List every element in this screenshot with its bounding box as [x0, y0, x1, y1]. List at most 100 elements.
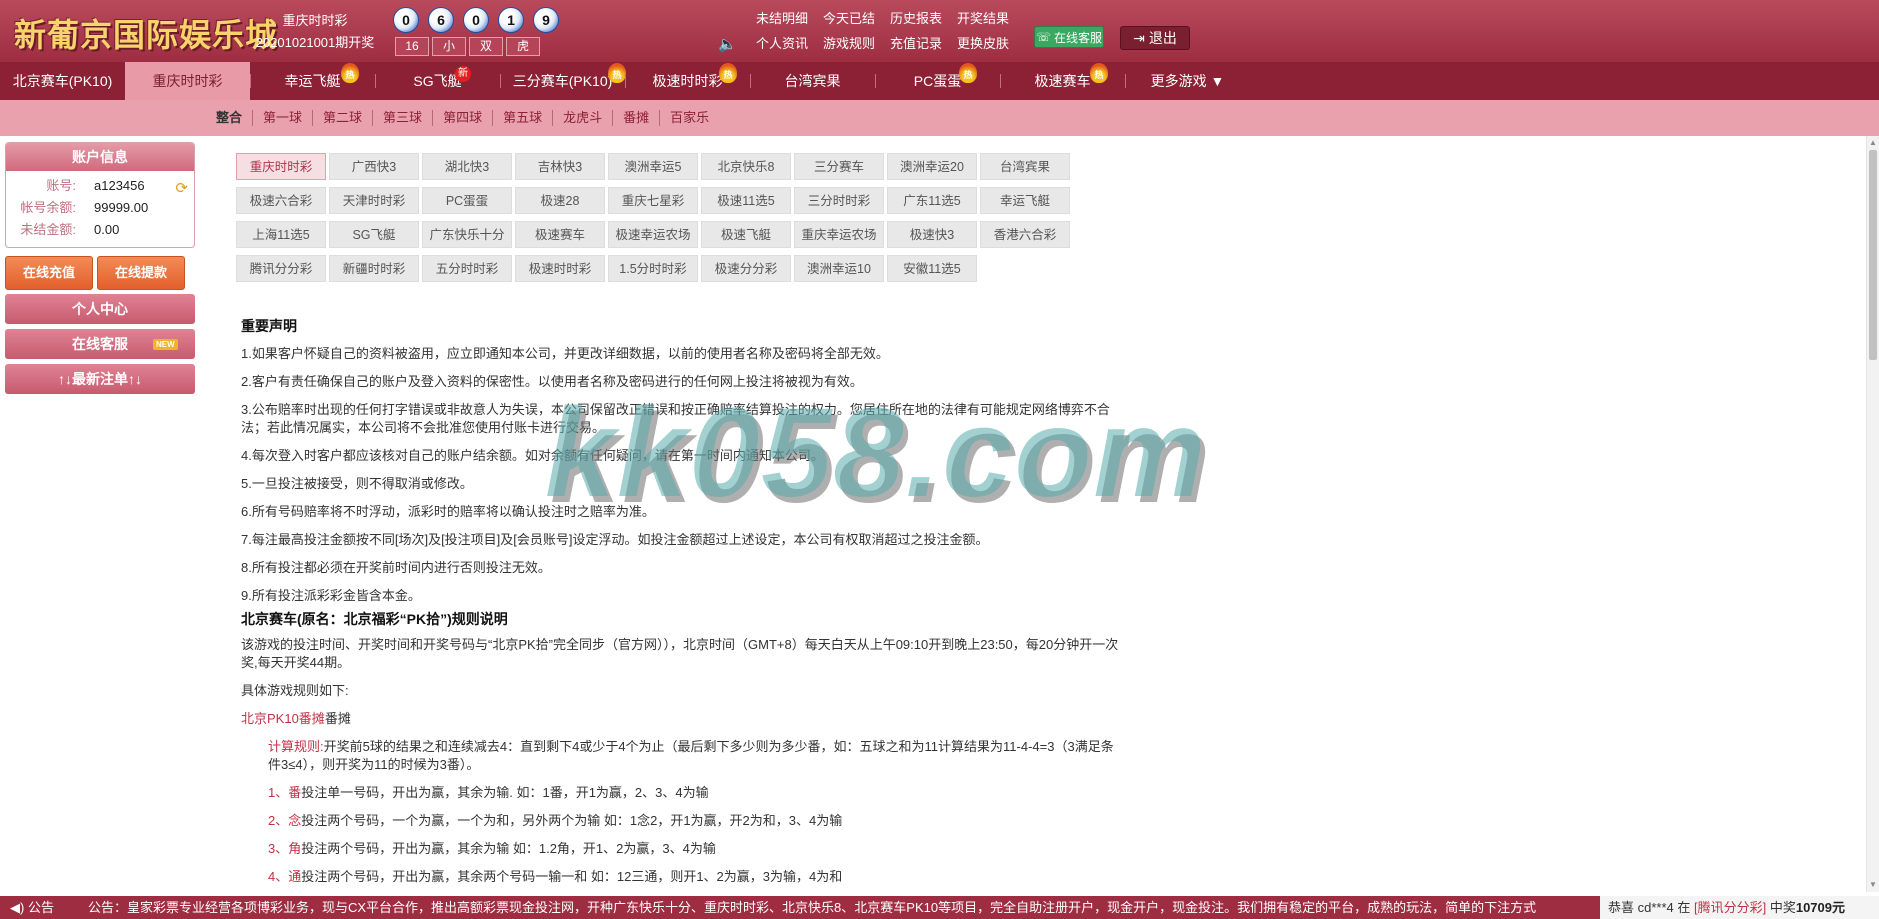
lottery-button[interactable]: 天津时时彩	[329, 187, 419, 214]
page-scrollbar[interactable]: ▲ ▼	[1866, 136, 1879, 892]
lottery-button[interactable]: 台湾宾果	[980, 153, 1070, 180]
sound-toggle-icon[interactable]: 🔈	[718, 35, 737, 53]
announcement-ticker[interactable]: 公告：皇家彩票专业经营各项博彩业务，现与CX平台合作，推出高额彩票现金投注网，开…	[88, 896, 1598, 919]
lottery-button[interactable]: 广西快3	[329, 153, 419, 180]
tab-pc-egg[interactable]: PC蛋蛋热	[875, 62, 1000, 100]
subtab-ball-4[interactable]: 第四球	[432, 110, 492, 126]
lottery-button[interactable]: 湖北快3	[422, 153, 512, 180]
subtab-baccarat[interactable]: 百家乐	[659, 110, 719, 126]
main-content: 重庆时时彩 广西快3 湖北快3 吉林快3 澳洲幸运5 北京快乐8 三分赛车 澳洲幸运20 台湾宾…	[203, 136, 1866, 892]
subtab-ball-2[interactable]: 第二球	[312, 110, 372, 126]
link-draw-results[interactable]: 开奖结果	[957, 8, 1009, 27]
subtab-fantan[interactable]: 番摊	[612, 110, 659, 126]
scroll-up-icon[interactable]: ▲	[1869, 139, 1877, 147]
lottery-button[interactable]: 吉林快3	[515, 153, 605, 180]
lottery-button[interactable]: 三分赛车	[794, 153, 884, 180]
lottery-button[interactable]: 澳洲幸运20	[887, 153, 977, 180]
scroll-down-icon[interactable]: ▼	[1869, 881, 1877, 889]
lottery-button[interactable]: 上海11选5	[236, 221, 326, 248]
lottery-button[interactable]: 重庆幸运农场	[794, 221, 884, 248]
lottery-button[interactable]: PC蛋蛋	[422, 187, 512, 214]
logout-button[interactable]: ⇥ 退出	[1120, 26, 1190, 50]
lottery-button[interactable]: SG飞艇	[329, 221, 419, 248]
sidebar: 账户信息 账号: a123456 ⟳ 帐号余额: 99999.00 未结金额: …	[5, 142, 195, 394]
rules-calc: 计算规则:开奖前5球的结果之和连续减去4：直到剩下4或少于4个为止（最后剩下多少…	[241, 738, 1121, 774]
lottery-button[interactable]: 极速赛车	[515, 221, 605, 248]
lottery-button[interactable]: 腾讯分分彩	[236, 255, 326, 282]
result-ball: 9	[533, 7, 559, 33]
tab-speed-racing[interactable]: 极速赛车热	[1000, 62, 1125, 100]
latest-bets-button[interactable]: ↑↓最新注单↑↓	[5, 364, 195, 394]
link-game-rules[interactable]: 游戏规则	[823, 33, 875, 52]
tab-taiwan-bingo[interactable]: 台湾宾果	[750, 62, 875, 100]
subtab-combined[interactable]: 整合	[216, 110, 252, 126]
lottery-button[interactable]: 三分时时彩	[794, 187, 884, 214]
lottery-button[interactable]: 五分时时彩	[422, 255, 512, 282]
tab-label: 台湾宾果	[784, 73, 841, 89]
lottery-button[interactable]: 广东11选5	[887, 187, 977, 214]
lottery-button[interactable]: 北京快乐8	[701, 153, 791, 180]
lottery-button[interactable]: 1.5分时时彩	[608, 255, 698, 282]
lottery-button[interactable]: 幸运飞艇	[980, 187, 1070, 214]
sidebar-online-service-button[interactable]: 在线客服 NEW	[5, 329, 195, 359]
rule-item-num: 2、	[268, 813, 289, 828]
link-change-skin[interactable]: 更换皮肤	[957, 33, 1009, 52]
announcement-bar: ◀) 公告 公告：皇家彩票专业经营各项博彩业务，现与CX平台合作，推出高额彩票现…	[0, 896, 1879, 919]
online-service-button[interactable]: ☏ 在线客服	[1034, 26, 1104, 48]
notice-item: 6.所有号码赔率将不时浮动，派彩时的赔率将以确认投注时之赔率为准。	[241, 504, 655, 519]
tab-label: 幸运飞艇	[284, 73, 341, 89]
account-key: 账号:	[46, 178, 76, 193]
subtab-ball-5[interactable]: 第五球	[492, 110, 552, 126]
tab-speed-ssc[interactable]: 极速时时彩热	[625, 62, 750, 100]
lottery-button[interactable]: 香港六合彩	[980, 221, 1070, 248]
lottery-button[interactable]: 极速时时彩	[515, 255, 605, 282]
sub-nav: 整合 第一球 第二球 第三球 第四球 第五球 龙虎斗 番摊 百家乐	[0, 100, 1879, 136]
lottery-button[interactable]: 极速飞艇	[701, 221, 791, 248]
account-row-balance: 帐号余额: 99999.00	[6, 197, 194, 219]
tab-more-games[interactable]: 更多游戏 ▼	[1125, 62, 1250, 100]
lottery-button[interactable]: 新疆时时彩	[329, 255, 419, 282]
new-tag: NEW	[153, 339, 178, 350]
lottery-button[interactable]: 安徽11选5	[887, 255, 977, 282]
lottery-button[interactable]: 极速11选5	[701, 187, 791, 214]
lottery-button[interactable]: 极速28	[515, 187, 605, 214]
tab-label: PC蛋蛋	[913, 73, 962, 89]
lottery-button[interactable]: 极速幸运农场	[608, 221, 698, 248]
scrollbar-thumb[interactable]	[1869, 150, 1877, 360]
link-recharge-records[interactable]: 充值记录	[890, 33, 942, 52]
subtab-dragon-tiger[interactable]: 龙虎斗	[552, 110, 612, 126]
account-key: 帐号余额:	[20, 200, 76, 215]
rule-item-num: 1、	[268, 785, 289, 800]
subtab-ball-3[interactable]: 第三球	[372, 110, 432, 126]
lottery-button[interactable]: 澳洲幸运10	[794, 255, 884, 282]
tab-sg-airship[interactable]: SG飞艇新	[375, 62, 500, 100]
subtab-ball-1[interactable]: 第一球	[252, 110, 312, 126]
lottery-button[interactable]: 澳洲幸运5	[608, 153, 698, 180]
lottery-button[interactable]: 极速六合彩	[236, 187, 326, 214]
account-username: a123456	[94, 178, 145, 193]
rules-detail-label: 具体游戏规则如下:	[241, 683, 349, 698]
tab-label: 重庆时时彩	[152, 73, 223, 89]
lottery-button[interactable]: 极速快3	[887, 221, 977, 248]
recharge-button[interactable]: 在线充值	[5, 256, 93, 290]
site-logo[interactable]: 新葡京国际娱乐城	[14, 10, 278, 56]
lottery-button[interactable]: 广东快乐十分	[422, 221, 512, 248]
link-settled-today[interactable]: 今天已结	[823, 8, 875, 27]
lottery-button[interactable]: 重庆时时彩	[236, 153, 326, 180]
link-history-report[interactable]: 历史报表	[890, 8, 942, 27]
tab-three-min-racing[interactable]: 三分赛车(PK10) 热	[500, 62, 626, 100]
personal-center-button[interactable]: 个人中心	[5, 294, 195, 324]
link-unsettled-details[interactable]: 未结明细	[756, 8, 808, 27]
result-ball: 1	[498, 7, 524, 33]
notice-item: 4.每次登入时客户都应该核对自己的账户结余额。如对余额有任何疑问，请在第一时间内…	[241, 448, 824, 463]
winner-mid: 中奖	[1766, 900, 1796, 915]
tab-lucky-airship[interactable]: 幸运飞艇热	[250, 62, 375, 100]
lottery-button[interactable]: 重庆七星彩	[608, 187, 698, 214]
draw-period: 20201021001期开奖	[255, 35, 375, 50]
tab-cqssc[interactable]: 重庆时时彩	[125, 62, 250, 100]
withdraw-button[interactable]: 在线提款	[97, 256, 185, 290]
account-unsettled: 0.00	[94, 222, 120, 237]
lottery-button[interactable]: 极速分分彩	[701, 255, 791, 282]
tab-bjpk10[interactable]: 北京赛车(PK10)	[0, 62, 125, 100]
link-personal-info[interactable]: 个人资讯	[756, 33, 808, 52]
